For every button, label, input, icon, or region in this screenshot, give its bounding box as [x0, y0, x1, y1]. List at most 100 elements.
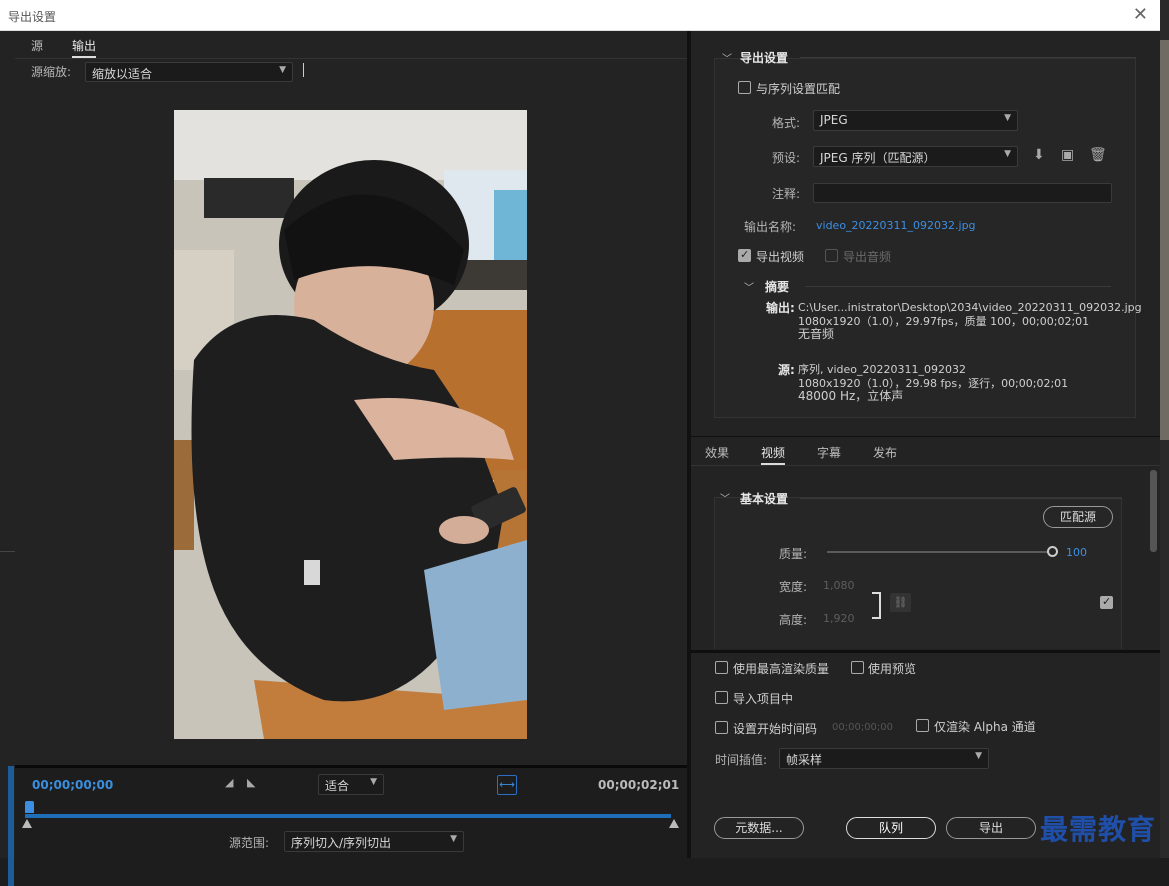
interp-value: 帧采样	[786, 753, 823, 767]
divider	[800, 57, 1136, 58]
chevron-down-icon: ▼	[450, 834, 457, 844]
tab-publish[interactable]: 发布	[873, 444, 897, 461]
match-source-button[interactable]: 匹配源	[1043, 506, 1113, 528]
chevron-down-icon: ▼	[1004, 113, 1011, 123]
preset-label: 预设:	[772, 151, 801, 165]
export-audio-checkbox[interactable]	[825, 249, 838, 262]
import-project-label: 导入项目中	[733, 692, 794, 706]
preview-image	[174, 110, 527, 739]
width-value: 1,080	[823, 579, 855, 592]
scale-label: 源缩放:	[31, 65, 72, 79]
render-alpha-label: 仅渲染 Alpha 通道	[934, 720, 1036, 734]
quality-slider[interactable]	[827, 551, 1052, 553]
background-window-edge-left	[0, 31, 15, 886]
max-render-checkbox[interactable]	[715, 661, 728, 674]
close-icon[interactable]: ✕	[1133, 4, 1148, 25]
scrollbar-thumb[interactable]	[1150, 470, 1157, 552]
save-preset-icon[interactable]: ⬇	[1033, 147, 1045, 163]
divider	[800, 498, 1122, 499]
comment-input[interactable]	[813, 183, 1112, 203]
quality-value[interactable]: 100	[1066, 546, 1087, 559]
preset-dropdown[interactable]: JPEG 序列（匹配源） ▼	[813, 146, 1018, 167]
chevron-down-icon: ▼	[279, 65, 286, 75]
summary-output-line: C:\User...inistrator\Desktop\2034\video_…	[798, 301, 1142, 314]
height-label: 高度:	[779, 613, 808, 627]
comment-label: 注释:	[772, 187, 801, 201]
window-titlebar: 导出设置 ✕	[0, 0, 1160, 31]
trash-icon[interactable]: 🗑	[1089, 147, 1107, 163]
link-bracket	[872, 592, 881, 619]
summary-source-line: 48000 Hz，立体声	[798, 389, 904, 403]
quality-label: 质量:	[779, 547, 808, 561]
divider	[691, 650, 1160, 653]
end-timecode: 00;00;02;01	[598, 778, 680, 792]
summary-output-label: 输出:	[766, 301, 795, 315]
summary-output-line: 无音频	[798, 327, 835, 341]
basic-settings-title: 基本设置	[740, 492, 789, 506]
output-name-label: 输出名称:	[744, 220, 797, 234]
export-video-label: 导出视频	[756, 250, 805, 264]
timeline-track[interactable]	[25, 814, 671, 818]
chevron-down-icon: ▼	[975, 751, 982, 761]
link-icon[interactable]: ⛓	[890, 593, 911, 612]
export-button[interactable]: 导出	[946, 817, 1036, 839]
tab-video[interactable]: 视频	[761, 444, 786, 465]
quality-slider-handle[interactable]	[1047, 546, 1058, 557]
summary-output-line: 1080x1920（1.0），29.97fps，质量 100，00;00;02;…	[798, 315, 1090, 328]
metadata-button[interactable]: 元数据...	[714, 817, 804, 839]
export-video-checkbox[interactable]	[738, 248, 751, 262]
width-height-checkbox[interactable]	[1100, 595, 1113, 609]
match-sequence-checkbox[interactable]	[738, 81, 751, 94]
watermark-logo: 最需教育	[1040, 813, 1157, 846]
divider	[15, 58, 687, 59]
timeline-bar: 00;00;00;00 ◢ ◣ 适合 ▼ ⟷ 00;00;02;01 源范围: …	[15, 765, 687, 858]
queue-button[interactable]: 队列	[846, 817, 936, 839]
export-settings-title: 导出设置	[740, 51, 789, 65]
tab-captions[interactable]: 字幕	[817, 444, 841, 461]
chevron-down-icon[interactable]: ﹀	[744, 279, 754, 294]
tab-source[interactable]: 源	[31, 37, 43, 54]
mark-out-icon[interactable]: ◣	[247, 776, 255, 789]
start-timecode-label: 设置开始时间码	[733, 722, 818, 736]
divider	[805, 286, 1111, 287]
fit-dropdown[interactable]: 适合 ▼	[318, 774, 384, 795]
interp-dropdown[interactable]: 帧采样 ▼	[779, 748, 989, 769]
summary-source-line: 序列, video_20220311_092032	[798, 363, 967, 376]
chevron-down-icon: ▼	[1004, 149, 1011, 159]
playhead-handle[interactable]	[25, 801, 34, 813]
format-label: 格式:	[772, 116, 801, 130]
background-window-edge	[1160, 0, 1169, 858]
summary-source-label: 源:	[778, 363, 795, 377]
divider	[691, 436, 1160, 437]
start-timecode-checkbox[interactable]	[715, 721, 728, 734]
window-title: 导出设置	[8, 10, 57, 24]
use-preview-label: 使用预览	[868, 662, 917, 676]
chevron-down-icon[interactable]: ﹀	[722, 50, 732, 65]
out-point-marker[interactable]	[669, 819, 679, 828]
scale-dropdown[interactable]: 缩放以适合 ▼	[85, 62, 293, 82]
in-point-marker[interactable]	[22, 819, 32, 828]
max-render-label: 使用最高渲染质量	[733, 662, 830, 676]
mark-in-icon[interactable]: ◢	[225, 776, 233, 789]
tab-effects[interactable]: 效果	[705, 444, 729, 461]
range-dropdown[interactable]: 序列切入/序列切出 ▼	[284, 831, 464, 852]
cursor	[303, 63, 304, 77]
render-alpha-checkbox[interactable]	[916, 719, 929, 732]
tab-output[interactable]: 输出	[72, 37, 97, 58]
start-timecode-value: 00;00;00;00	[832, 722, 894, 733]
divider	[691, 465, 1160, 466]
aspect-toggle-icon[interactable]: ⟷	[497, 775, 517, 795]
format-dropdown[interactable]: JPEG ▼	[813, 110, 1018, 131]
fit-value: 适合	[325, 779, 350, 793]
import-project-checkbox[interactable]	[715, 691, 728, 704]
use-preview-checkbox[interactable]	[851, 661, 864, 674]
range-label: 源范围:	[229, 836, 270, 850]
output-name-link[interactable]: video_20220311_092032.jpg	[816, 219, 976, 232]
start-timecode[interactable]: 00;00;00;00	[32, 778, 113, 792]
import-preset-icon[interactable]: ▣	[1061, 147, 1074, 163]
scale-value: 缩放以适合	[92, 67, 153, 81]
preset-value: JPEG 序列（匹配源）	[820, 151, 936, 165]
export-audio-label: 导出音频	[843, 250, 892, 264]
width-label: 宽度:	[779, 580, 808, 594]
chevron-down-icon[interactable]: ﹀	[720, 490, 730, 505]
